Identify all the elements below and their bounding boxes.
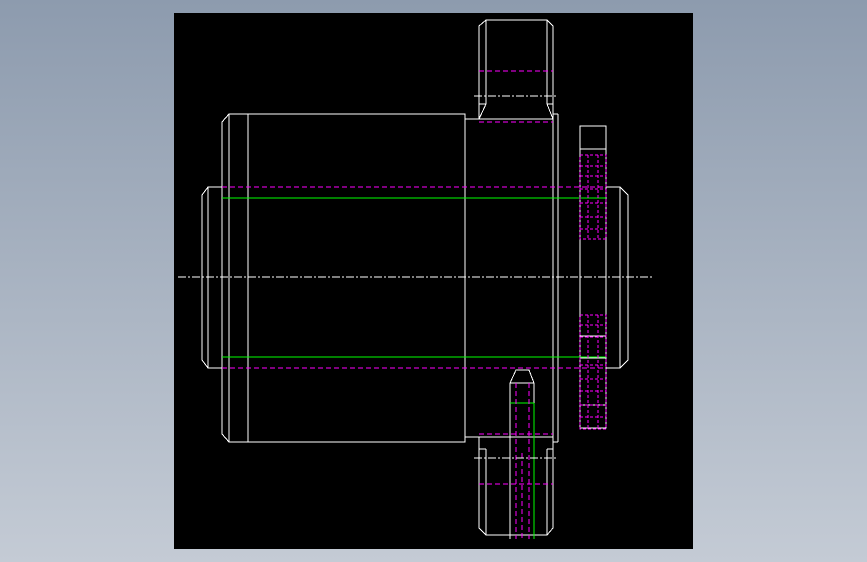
main-body [247,113,466,443]
gear-hub [465,113,559,443]
centerlines [178,95,652,459]
coupling-drawing [178,19,652,539]
top-gear-tooth [478,19,554,120]
hidden-bolt-holes-bottom [579,314,607,430]
left-collar [221,113,248,443]
hidden-lines [222,70,606,539]
cad-drawing-canvas[interactable] [174,13,693,549]
hidden-bolt-holes-top [579,154,607,240]
